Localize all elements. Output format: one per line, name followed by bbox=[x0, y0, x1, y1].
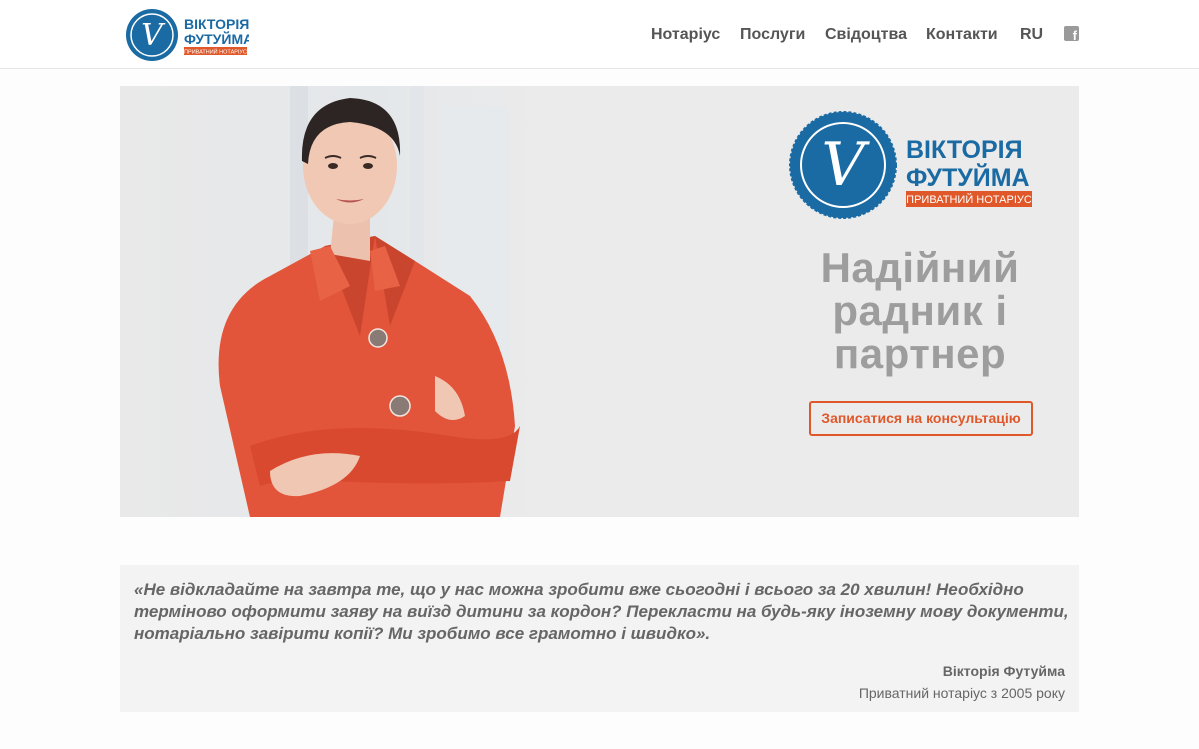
site-header: V ВІКТОРІЯ ФУТУЙМА ПРИВАТНИЙ НОТАРІУС Но… bbox=[0, 0, 1199, 69]
brand-logo[interactable]: V ВІКТОРІЯ ФУТУЙМА ПРИВАТНИЙ НОТАРІУС bbox=[124, 7, 249, 63]
hero-logo-tagline: ПРИВАТНИЙ НОТАРІУС bbox=[906, 193, 1032, 206]
hero-brand-logo: V ВІКТОРІЯ ФУТУЙМА ПРИВАТНИЙ НОТАРІУС bbox=[789, 111, 1032, 219]
nav-item-services[interactable]: Послуги bbox=[740, 26, 805, 44]
hero-title-line: Надійний bbox=[820, 244, 1020, 291]
hero-title: Надійний радник і партнер bbox=[770, 246, 1070, 375]
hero-logo-name-line2: ФУТУЙМА bbox=[906, 162, 1030, 192]
quote-author-role: Приватний нотаріус з 2005 року bbox=[858, 685, 1065, 701]
quote-text: «Не відкладайте на завтра те, що у нас м… bbox=[134, 580, 1069, 643]
testimonial-quote: «Не відкладайте на завтра те, що у нас м… bbox=[120, 565, 1079, 712]
notary-portrait-image bbox=[218, 98, 520, 517]
nav-item-certificates[interactable]: Свідоцтва bbox=[825, 26, 907, 44]
book-consultation-button[interactable]: Записатися на консультацію bbox=[809, 401, 1033, 436]
nav-item-contacts[interactable]: Контакти bbox=[926, 26, 998, 44]
nav-item-notary[interactable]: Нотаріус bbox=[651, 26, 720, 44]
hero-logo-monogram: V bbox=[821, 130, 870, 200]
logo-tagline: ПРИВАТНИЙ НОТАРІУС bbox=[184, 48, 247, 56]
hero-banner: V ВІКТОРІЯ ФУТУЙМА ПРИВАТНИЙ НОТАРІУС На… bbox=[120, 86, 1079, 517]
logo-monogram: V bbox=[141, 18, 166, 53]
facebook-icon[interactable]: f bbox=[1064, 26, 1079, 42]
hero-title-line: радник і bbox=[832, 287, 1008, 334]
quote-author: Вікторія Футуйма bbox=[942, 663, 1065, 679]
nav-item-language-ru[interactable]: RU bbox=[1020, 26, 1043, 44]
logo-name-line1: ВІКТОРІЯ bbox=[184, 16, 249, 32]
hero-title-line: партнер bbox=[833, 330, 1007, 377]
hero-logo-name-line1: ВІКТОРІЯ bbox=[906, 136, 1023, 164]
logo-name-line2: ФУТУЙМА bbox=[184, 30, 249, 47]
